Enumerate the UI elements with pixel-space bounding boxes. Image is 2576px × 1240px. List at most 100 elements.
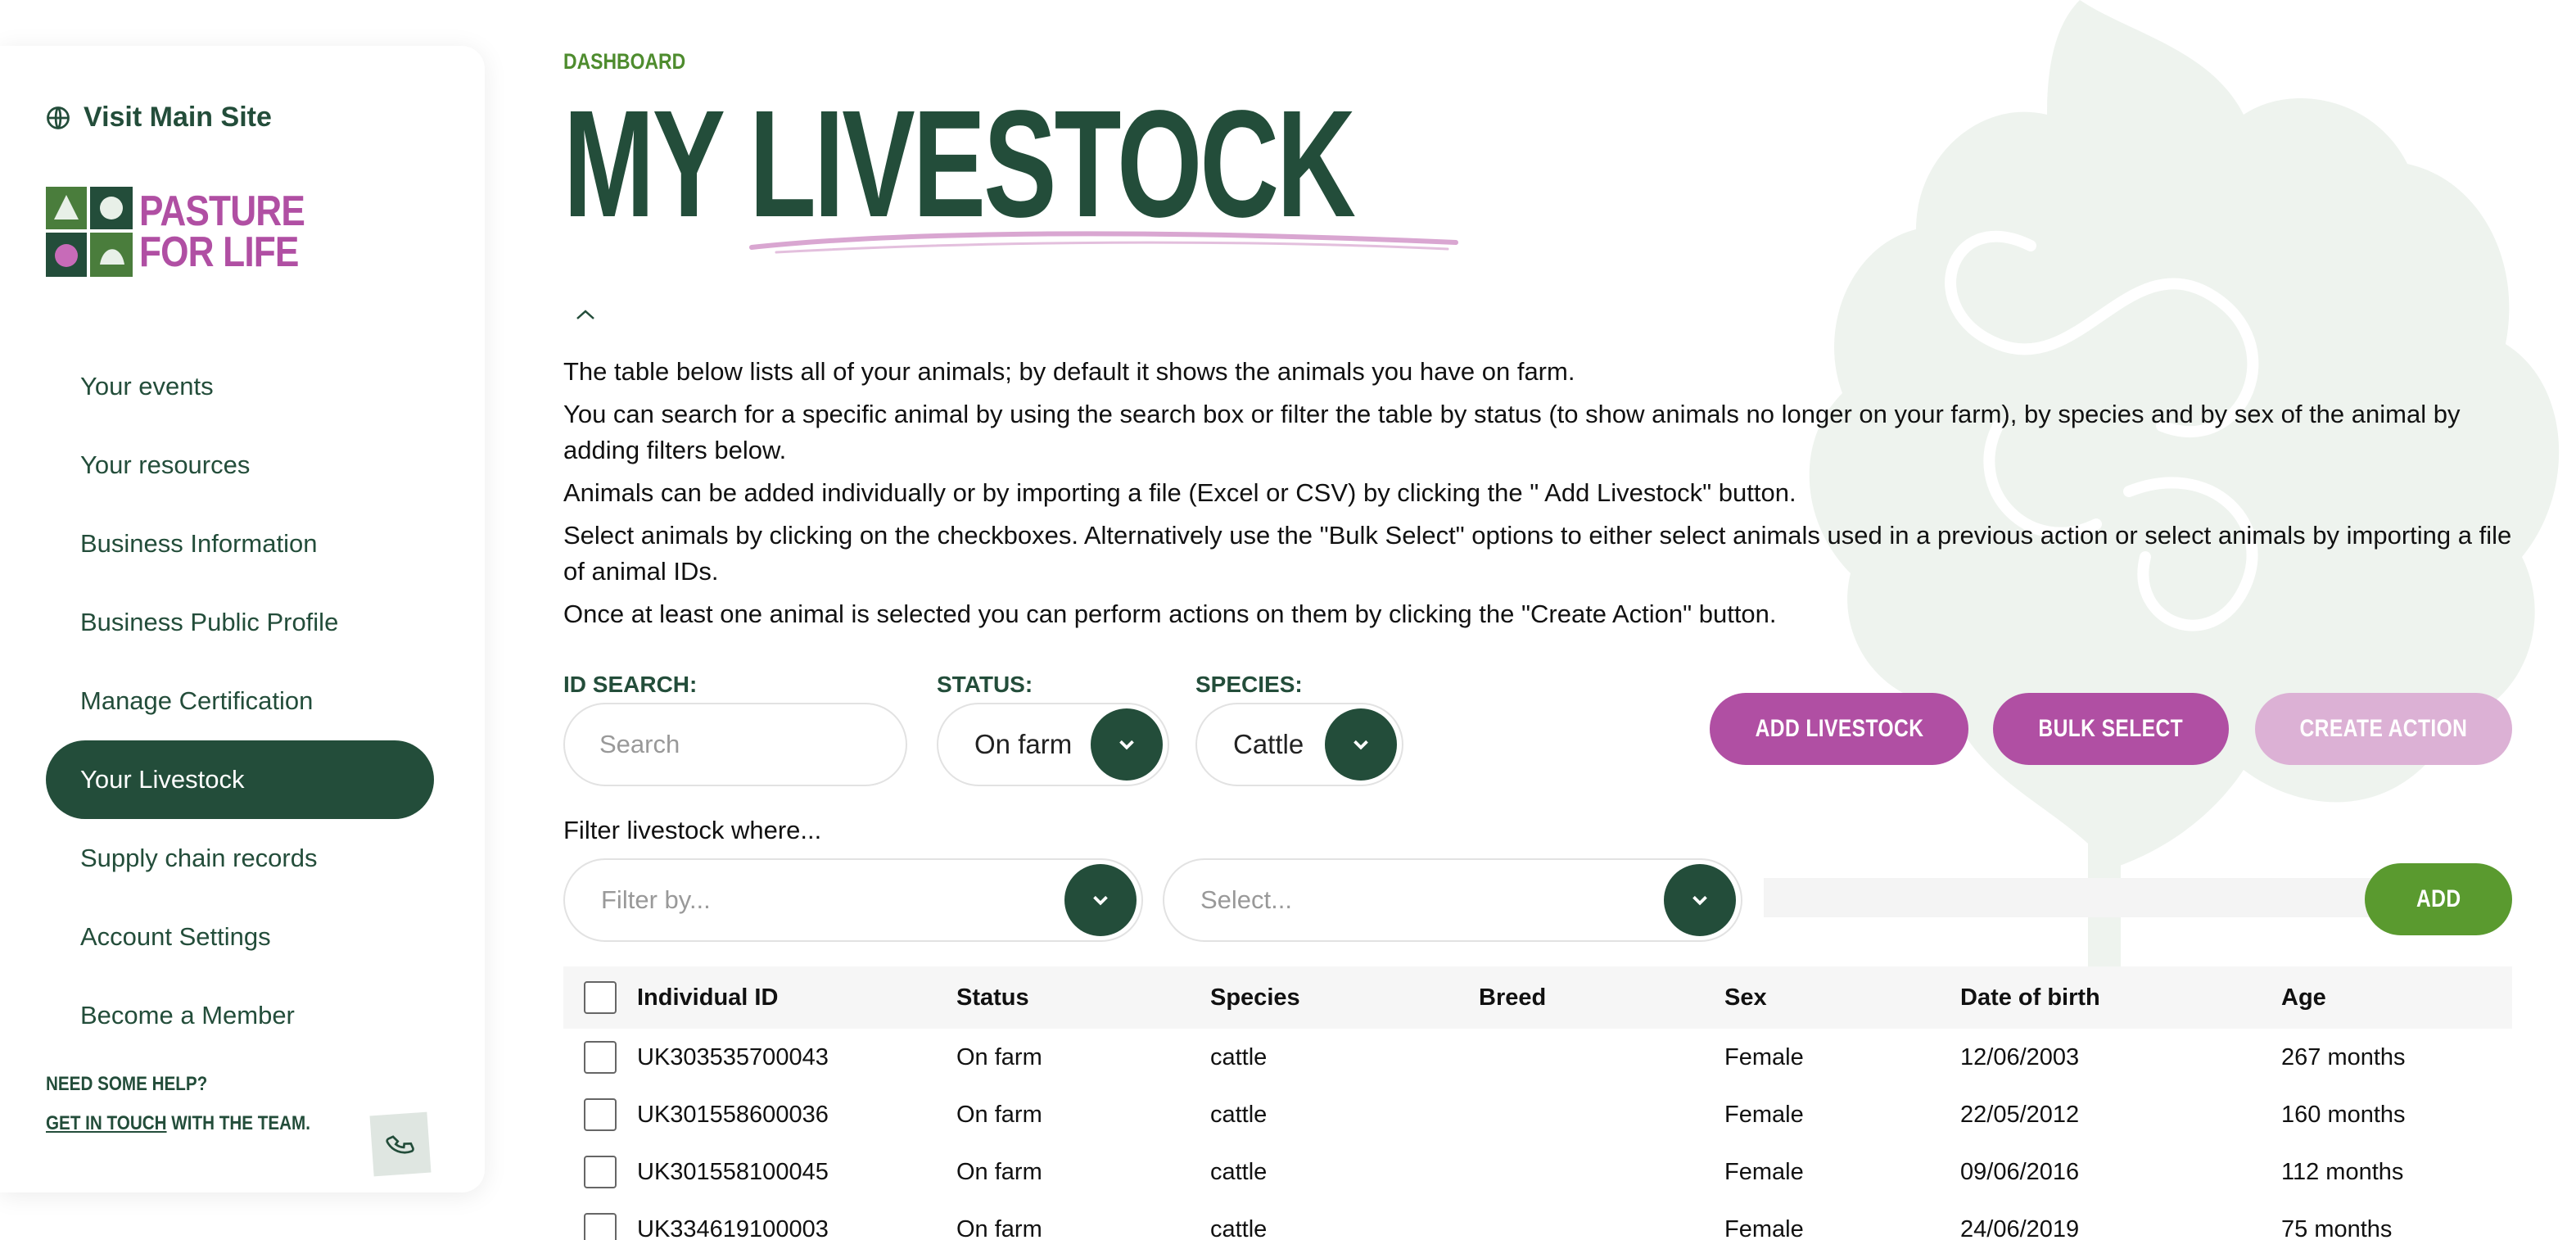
column-header-age[interactable]: Age bbox=[2281, 984, 2510, 1011]
get-in-touch-link[interactable]: GET IN TOUCH bbox=[46, 1112, 167, 1134]
status-select[interactable]: On farm bbox=[937, 703, 1169, 786]
column-header-individual-id[interactable]: Individual ID bbox=[637, 984, 956, 1011]
sidebar-item-account-settings[interactable]: Account Settings bbox=[46, 898, 434, 976]
select-all-checkbox[interactable] bbox=[584, 981, 617, 1014]
sidebar-item-become-a-member[interactable]: Become a Member bbox=[46, 976, 434, 1055]
id-search-label: ID SEARCH: bbox=[563, 672, 698, 697]
sidebar: Visit Main Site PASTURE FOR LIFE Your ev… bbox=[0, 46, 485, 1192]
cell-sex: Female bbox=[1724, 1043, 1804, 1070]
row-check-cell bbox=[563, 1213, 637, 1240]
cell-species: cattle bbox=[1210, 1101, 1268, 1128]
species-label: SPECIES: bbox=[1195, 672, 1303, 697]
create-action-label: CREATE ACTION bbox=[2299, 715, 2468, 742]
filter-where-label: Filter livestock where... bbox=[563, 816, 822, 844]
sidebar-item-supply-chain-records[interactable]: Supply chain records bbox=[46, 819, 434, 898]
filter-by-select[interactable]: Filter by... bbox=[563, 858, 1143, 942]
row-checkbox[interactable] bbox=[584, 1156, 617, 1188]
logo-line-2: FOR LIFE bbox=[139, 229, 299, 276]
cell-date-of-birth: 12/06/2003 bbox=[1960, 1043, 2080, 1070]
cell-date-of-birth: 22/05/2012 bbox=[1960, 1101, 2080, 1128]
filter-by-placeholder: Filter by... bbox=[601, 885, 711, 914]
visit-main-site-link[interactable]: Visit Main Site bbox=[46, 102, 272, 134]
cell-status: On farm bbox=[956, 1158, 1042, 1185]
row-check-cell bbox=[563, 1098, 637, 1131]
select-all-cell bbox=[563, 981, 637, 1014]
page-title: MY LIVESTOCK bbox=[563, 79, 1356, 249]
filter-value-select[interactable]: Select... bbox=[1163, 858, 1742, 942]
cell-age: 267 months bbox=[2281, 1043, 2406, 1070]
create-action-button[interactable]: CREATE ACTION bbox=[2255, 693, 2512, 765]
breadcrumb[interactable]: DASHBOARD bbox=[563, 49, 685, 75]
id-search-placeholder: Search bbox=[599, 730, 680, 758]
bulk-select-label: BULK SELECT bbox=[2038, 715, 2184, 742]
filter-placeholder-bar bbox=[1764, 878, 2378, 917]
cell-individual-id: UK301558600036 bbox=[637, 1101, 829, 1128]
cell-status: On farm bbox=[956, 1101, 1042, 1128]
species-dropdown-button[interactable] bbox=[1325, 708, 1397, 781]
cell-species: cattle bbox=[1210, 1215, 1268, 1240]
add-filter-button[interactable]: ADD bbox=[2365, 863, 2512, 935]
help-text: NEED SOME HELP? GET IN TOUCH WITH THE TE… bbox=[46, 1065, 310, 1143]
table-row[interactable]: UK301558100045 On farm cattle Female 09/… bbox=[563, 1143, 2512, 1201]
sidebar-item-your-resources[interactable]: Your resources bbox=[46, 426, 434, 505]
table-row[interactable]: UK301558600036 On farm cattle Female 22/… bbox=[563, 1086, 2512, 1143]
phone-icon bbox=[386, 1135, 414, 1154]
cell-sex: Female bbox=[1724, 1215, 1804, 1240]
help-line-2: GET IN TOUCH WITH THE TEAM. bbox=[46, 1104, 310, 1143]
row-checkbox[interactable] bbox=[584, 1213, 617, 1240]
cell-sex: Female bbox=[1724, 1101, 1804, 1128]
intro-text: The table below lists all of your animal… bbox=[563, 354, 2512, 639]
table-row[interactable]: UK334619100003 On farm cattle Female 24/… bbox=[563, 1201, 2512, 1240]
column-header-species[interactable]: Species bbox=[1210, 984, 1479, 1011]
cell-age: 75 months bbox=[2281, 1215, 2393, 1240]
intro-paragraph: Animals can be added individually or by … bbox=[563, 478, 1796, 507]
cell-date-of-birth: 09/06/2016 bbox=[1960, 1158, 2080, 1185]
intro-paragraph: The table below lists all of your animal… bbox=[563, 357, 1575, 386]
cell-date-of-birth: 24/06/2019 bbox=[1960, 1215, 2080, 1240]
sidebar-item-business-information[interactable]: Business Information bbox=[46, 505, 434, 583]
status-dropdown-button[interactable] bbox=[1091, 708, 1163, 781]
cell-status: On farm bbox=[956, 1215, 1042, 1240]
cell-individual-id: UK303535700043 bbox=[637, 1043, 829, 1070]
column-header-breed[interactable]: Breed bbox=[1479, 984, 1724, 1011]
sidebar-item-your-livestock[interactable]: Your Livestock bbox=[46, 740, 434, 819]
cell-species: cattle bbox=[1210, 1043, 1268, 1070]
help-line-1: NEED SOME HELP? bbox=[46, 1073, 208, 1095]
cell-species: cattle bbox=[1210, 1158, 1268, 1185]
id-search-input[interactable]: Search bbox=[563, 703, 907, 786]
cell-sex: Female bbox=[1724, 1158, 1804, 1185]
intro-paragraph: You can search for a specific animal by … bbox=[563, 400, 2461, 464]
table-row[interactable]: UK303535700043 On farm cattle Female 12/… bbox=[563, 1029, 2512, 1086]
logo-mark-icon bbox=[46, 187, 133, 277]
bulk-select-button[interactable]: BULK SELECT bbox=[1993, 693, 2229, 765]
sidebar-item-manage-certification[interactable]: Manage Certification bbox=[46, 662, 434, 740]
column-header-status[interactable]: Status bbox=[956, 984, 1210, 1011]
species-value: Cattle bbox=[1233, 729, 1304, 759]
filter-by-dropdown-button[interactable] bbox=[1064, 864, 1137, 936]
cell-individual-id: UK301558100045 bbox=[637, 1158, 829, 1185]
help-line-2-rest: WITH THE TEAM. bbox=[166, 1112, 310, 1134]
row-checkbox[interactable] bbox=[584, 1041, 617, 1074]
pasture-for-life-logo[interactable]: PASTURE FOR LIFE bbox=[46, 187, 334, 277]
sidebar-nav: Your events Your resources Business Info… bbox=[46, 347, 434, 1055]
row-checkbox[interactable] bbox=[584, 1098, 617, 1131]
species-select[interactable]: Cattle bbox=[1195, 703, 1403, 786]
row-check-cell bbox=[563, 1156, 637, 1188]
column-header-date-of-birth[interactable]: Date of birth bbox=[1960, 984, 2281, 1011]
column-header-sex[interactable]: Sex bbox=[1724, 984, 1960, 1011]
sidebar-item-business-public-profile[interactable]: Business Public Profile bbox=[46, 583, 434, 662]
cell-individual-id: UK334619100003 bbox=[637, 1215, 829, 1240]
table-header: Individual ID Status Species Breed Sex D… bbox=[563, 966, 2512, 1029]
logo-text: PASTURE FOR LIFE bbox=[139, 188, 305, 276]
intro-paragraph: Select animals by clicking on the checkb… bbox=[563, 521, 2512, 586]
row-check-cell bbox=[563, 1041, 637, 1074]
cell-age: 112 months bbox=[2281, 1158, 2404, 1185]
filter-value-dropdown-button[interactable] bbox=[1664, 864, 1736, 936]
sidebar-item-your-events[interactable]: Your events bbox=[46, 347, 434, 426]
help-contact-icon[interactable] bbox=[369, 1111, 432, 1177]
chevron-down-icon bbox=[1354, 740, 1368, 750]
logo-line-1: PASTURE bbox=[139, 188, 305, 235]
add-livestock-button[interactable]: ADD LIVESTOCK bbox=[1710, 693, 1968, 765]
collapse-intro-button[interactable] bbox=[575, 301, 599, 321]
filter-value-placeholder: Select... bbox=[1200, 885, 1292, 914]
